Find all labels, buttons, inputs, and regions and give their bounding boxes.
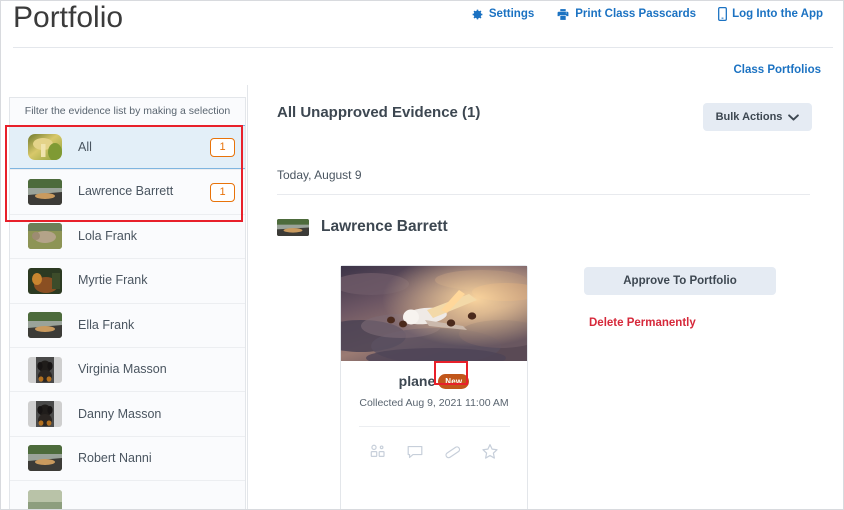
print-class-passcards-label: Print Class Passcards <box>575 8 697 20</box>
avatar-thumbnail-landscape <box>28 312 62 339</box>
sidebar-item-label: Lawrence Barrett <box>78 184 174 199</box>
people-icon[interactable] <box>369 444 387 460</box>
sidebar-caption: Filter the evidence list by making a sel… <box>24 105 231 117</box>
header-divider <box>13 47 833 48</box>
class-portfolios-link[interactable]: Class Portfolios <box>733 64 821 76</box>
log-into-app-button[interactable]: Log Into the App <box>718 7 823 21</box>
sidebar-item-label: Ella Frank <box>78 317 135 332</box>
gear-icon <box>471 8 484 21</box>
avatar-thumbnail-landscape <box>28 179 62 206</box>
main-title: All Unapproved Evidence (1) <box>277 104 481 121</box>
breadcrumb: Class Portfolios <box>733 60 821 78</box>
evidence-thumbnail-plane[interactable] <box>341 266 527 361</box>
avatar-thumbnail-cow <box>28 223 62 250</box>
tag-icon[interactable] <box>444 444 462 460</box>
top-header: Portfolio Settings Print Class Passcards… <box>1 1 843 45</box>
sidebar-item-label: Virginia Masson <box>78 362 167 377</box>
evidence-filter-sidebar: Filter the evidence list by making a sel… <box>9 97 246 509</box>
header-actions: Settings Print Class Passcards Log Into … <box>471 7 823 21</box>
evidence-card[interactable]: plane New Collected Aug 9, 2021 11:00 AM <box>340 265 528 509</box>
sidebar-item-virginia-masson[interactable]: Virginia Masson <box>10 346 245 391</box>
sidebar-item-label: Danny Masson <box>78 406 162 421</box>
settings-button[interactable]: Settings <box>471 8 534 21</box>
star-icon[interactable] <box>481 443 499 460</box>
main-header: All Unapproved Evidence (1) Bulk Actions <box>248 85 836 145</box>
sidebar-item-lola-frank[interactable]: Lola Frank <box>10 213 245 258</box>
avatar-thumbnail-landscape <box>28 489 62 509</box>
sidebar-item-lawrence-barrett[interactable]: Lawrence Barrett 1 <box>10 169 245 213</box>
sidebar-item-label: Robert Nanni <box>78 450 152 465</box>
mobile-phone-icon <box>718 7 728 21</box>
evidence-title-row: plane New <box>341 373 527 389</box>
sidebar-item-count: 1 <box>210 137 235 157</box>
date-group-divider <box>277 194 810 195</box>
avatar-thumbnail-landscape <box>277 218 309 236</box>
new-badge: New <box>438 373 470 389</box>
avatar-thumbnail-dog <box>28 401 62 428</box>
approve-to-portfolio-button[interactable]: Approve To Portfolio <box>584 267 776 295</box>
delete-permanently-link[interactable]: Delete Permanently <box>589 317 696 329</box>
chevron-down-icon <box>788 108 800 126</box>
sidebar-item-robert-nanni[interactable]: Robert Nanni <box>10 435 245 480</box>
log-into-app-label: Log Into the App <box>732 8 823 20</box>
main-panel: All Unapproved Evidence (1) Bulk Actions… <box>247 85 836 509</box>
sidebar-item-partial[interactable] <box>10 480 245 509</box>
settings-label: Settings <box>488 8 535 20</box>
avatar-thumbnail-horse <box>28 267 62 294</box>
evidence-collected-timestamp: Collected Aug 9, 2021 11:00 AM <box>359 397 509 409</box>
sidebar-item-label: Lola Frank <box>78 228 138 243</box>
sidebar-item-label: Myrtie Frank <box>78 273 148 288</box>
sidebar-item-all[interactable]: All 1 <box>10 125 245 170</box>
date-group-label: Today, August 9 <box>277 168 362 182</box>
bulk-actions-label: Bulk Actions <box>715 111 783 123</box>
avatar-thumbnail-landscape <box>28 445 62 472</box>
sidebar-item-count: 1 <box>210 182 235 202</box>
evidence-card-actions <box>341 443 527 460</box>
sidebar-item-ella-frank[interactable]: Ella Frank <box>10 302 245 347</box>
comment-icon[interactable] <box>406 444 424 460</box>
page-title: Portfolio <box>13 1 124 34</box>
sidebar-item-myrtie-frank[interactable]: Myrtie Frank <box>10 258 245 302</box>
printer-icon <box>556 8 570 21</box>
app-window: Portfolio Settings Print Class Passcards… <box>0 0 844 510</box>
sidebar-item-label: All <box>78 139 92 154</box>
avatar-thumbnail-dog <box>28 356 62 383</box>
student-heading: Lawrence Barrett <box>277 218 448 236</box>
evidence-card-divider <box>358 426 510 427</box>
avatar-thumbnail-mushroom <box>28 134 62 161</box>
sidebar-item-danny-masson[interactable]: Danny Masson <box>10 391 245 435</box>
bulk-actions-button[interactable]: Bulk Actions <box>703 103 812 131</box>
evidence-title: plane <box>398 373 436 389</box>
print-class-passcards-button[interactable]: Print Class Passcards <box>556 8 696 21</box>
student-name: Lawrence Barrett <box>321 218 448 235</box>
